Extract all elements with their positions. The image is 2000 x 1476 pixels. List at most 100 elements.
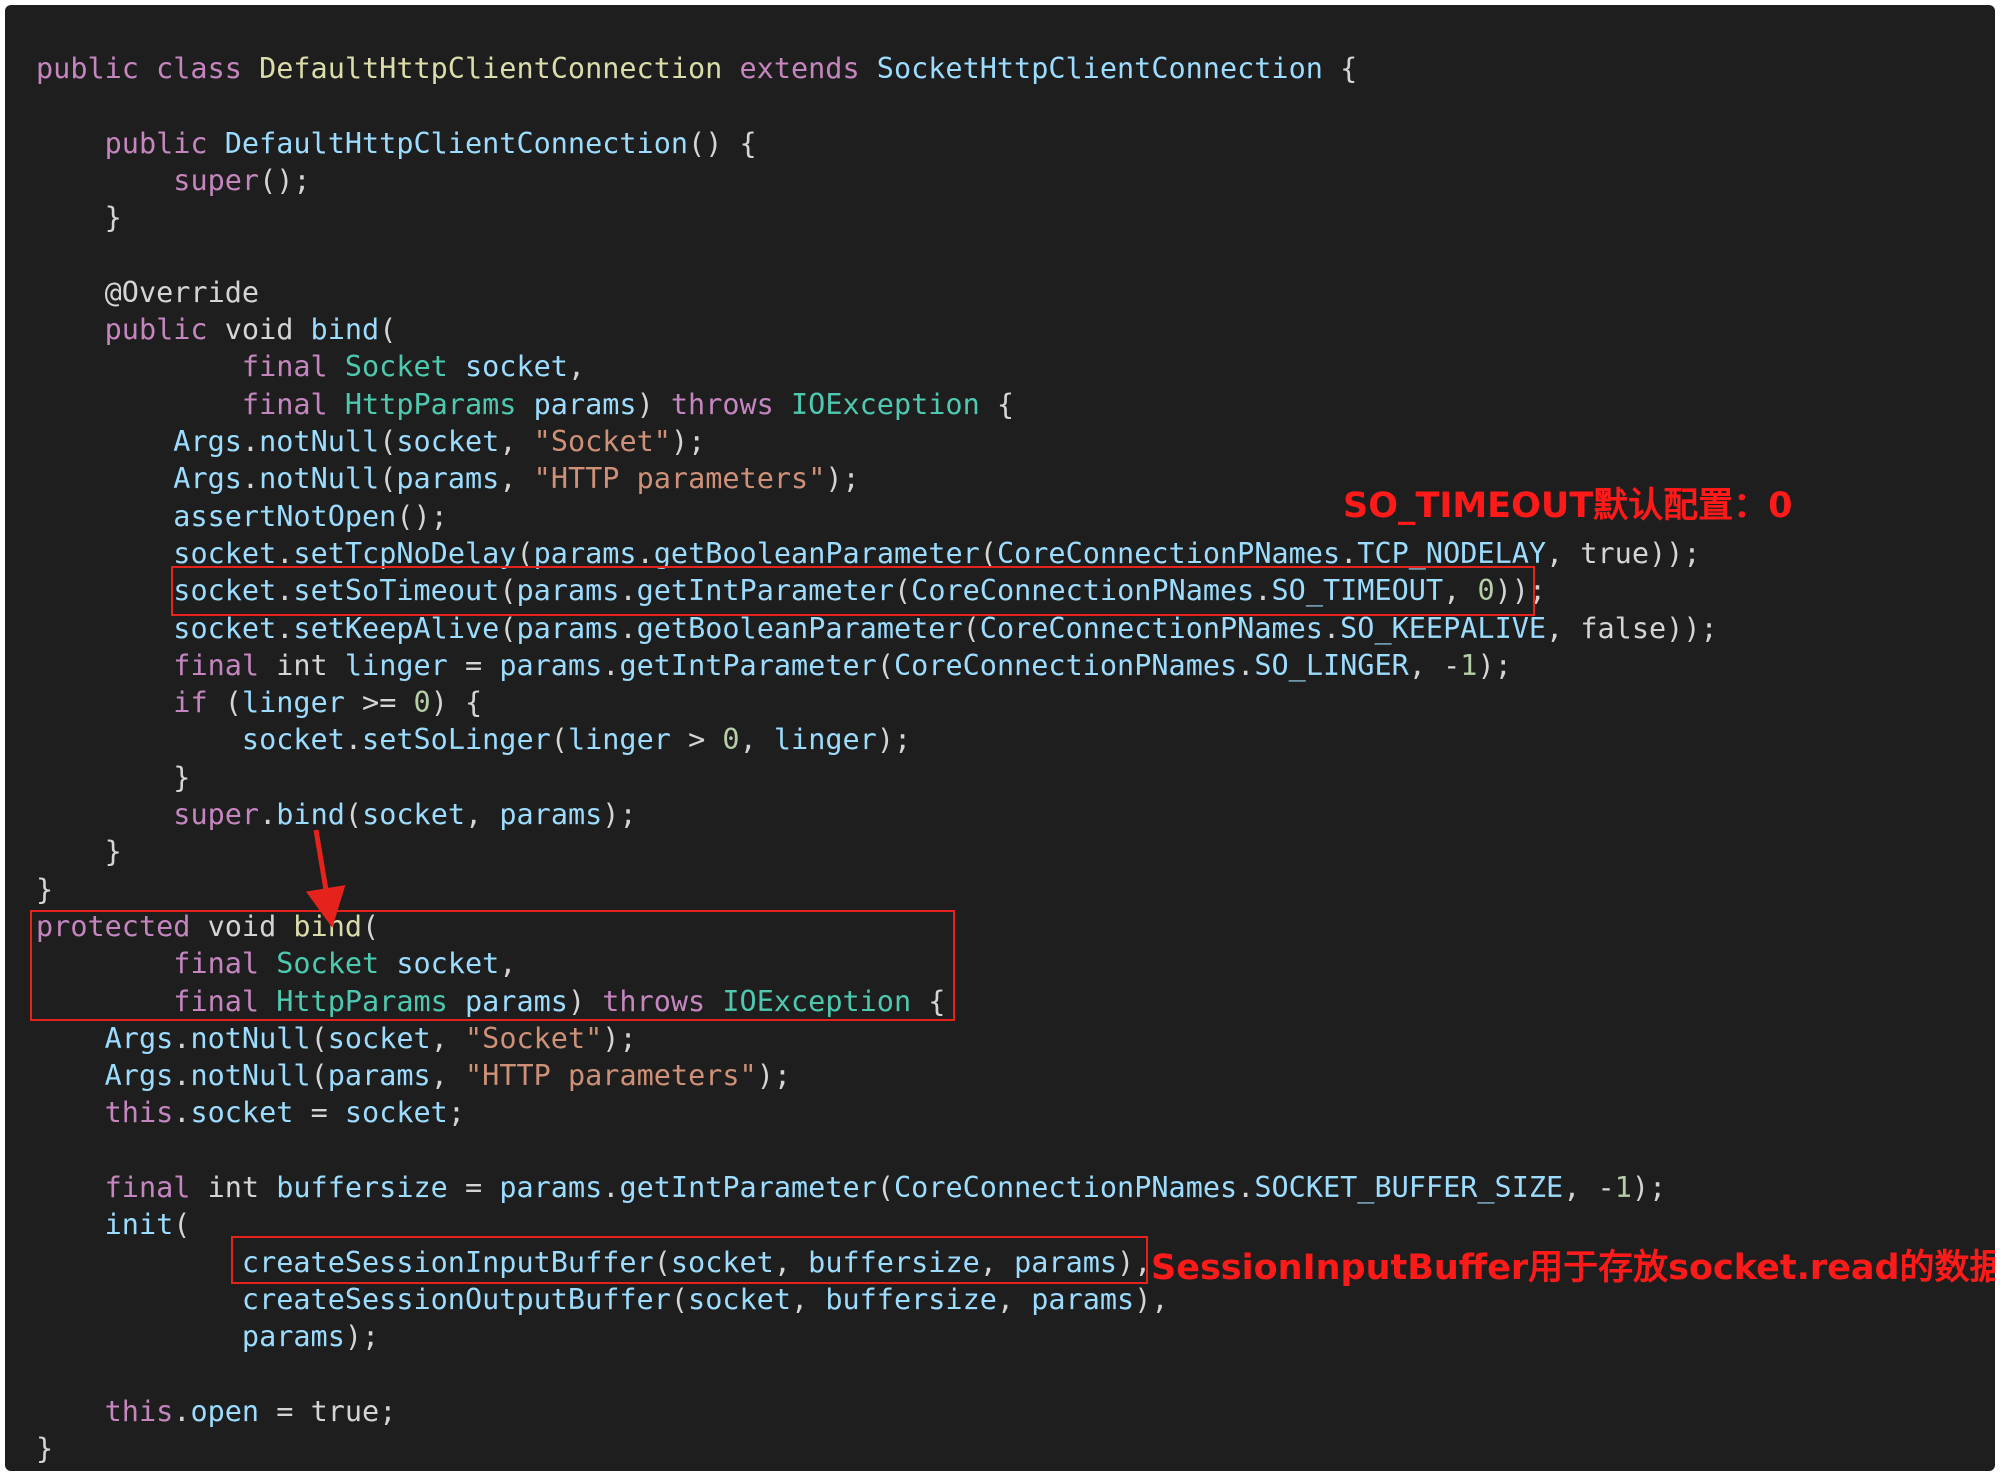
code-token: socket <box>362 798 466 831</box>
code-token: 0 <box>722 723 740 757</box>
code-line: Args.notNull(socket, "Socket"); <box>36 423 705 461</box>
code-line: } <box>36 833 122 871</box>
code-token: setKeepAlive <box>293 611 500 645</box>
code-token: , <box>430 1059 466 1093</box>
code-token: ); <box>1631 1171 1667 1204</box>
code-token: params <box>327 1059 431 1093</box>
code-token: ( <box>224 686 242 720</box>
code-token: Args <box>173 462 242 496</box>
code-token: linger <box>773 723 877 757</box>
code-token: params <box>499 1171 603 1204</box>
code-token: { <box>979 387 1015 421</box>
code-token: assertNotOpen <box>173 499 397 533</box>
code-token: @Override <box>104 275 260 309</box>
code-token: ( <box>310 1021 328 1055</box>
code-line: final Socket socket, <box>36 348 585 386</box>
code-line: final HttpParams params) throws IOExcept… <box>36 386 1014 424</box>
code-token: , <box>791 1282 826 1316</box>
code-line: public DefaultHttpClientConnection() { <box>36 125 757 163</box>
code-token: Args <box>104 1059 174 1093</box>
code-token: } <box>36 201 122 235</box>
code-token: , <box>567 350 586 384</box>
code-line: } <box>36 871 53 909</box>
code-token: params <box>533 536 637 570</box>
code-token: DefaultHttpClientConnection <box>224 126 689 160</box>
code-token: notNull <box>190 1021 311 1055</box>
code-line: final int linger = params.getIntParamete… <box>36 647 1511 685</box>
code-token: . <box>173 1021 191 1055</box>
session-input-buffer-highlight-box <box>231 1236 1148 1284</box>
code-line: public void bind( <box>36 311 397 349</box>
code-token: ( <box>516 536 534 570</box>
code-token: CoreConnectionPNames <box>996 536 1341 570</box>
code-token: . <box>241 462 260 496</box>
code-token: SO_LINGER <box>1254 648 1409 682</box>
code-token: = <box>293 1096 345 1130</box>
code-token: final <box>241 387 345 421</box>
code-token: , <box>430 1021 466 1055</box>
code-token: buffersize <box>825 1282 997 1316</box>
code-token: . <box>173 1059 191 1093</box>
code-token: 1 <box>1614 1171 1632 1204</box>
code-token: . <box>344 723 363 757</box>
code-token: socket <box>464 350 568 384</box>
code-screenshot-frame: public class DefaultHttpClientConnection… <box>5 5 1995 1471</box>
code-token: . <box>602 1171 620 1204</box>
code-token: "HTTP parameters" <box>533 462 826 496</box>
code-token: . <box>602 648 620 682</box>
code-token: "Socket" <box>533 425 671 458</box>
code-token: ; <box>447 1096 466 1130</box>
so-timeout-highlight-box <box>171 566 1535 616</box>
code-token: . <box>636 536 654 570</box>
code-token: params <box>516 611 620 645</box>
code-token: DefaultHttpClientConnection <box>259 52 740 85</box>
code-token: . <box>1237 1171 1255 1204</box>
code-token: ); <box>876 723 912 757</box>
code-token: getBooleanParameter <box>636 611 963 645</box>
code-token: Args <box>104 1021 174 1055</box>
code-token: } <box>36 1432 54 1466</box>
code-token: , <box>996 1282 1032 1316</box>
code-token: final <box>104 1171 208 1204</box>
code-token: final <box>173 648 277 682</box>
code-token: ( <box>379 425 397 458</box>
code-token: getBooleanParameter <box>653 536 980 570</box>
code-token: throws <box>670 387 791 421</box>
code-token: . <box>276 611 294 645</box>
code-token: linger <box>344 648 448 682</box>
code-token: socket <box>688 1282 791 1316</box>
code-token: ( <box>379 313 397 347</box>
code-token: public <box>104 126 225 160</box>
code-token: CoreConnectionPNames <box>894 648 1238 682</box>
code-line: assertNotOpen(); <box>36 498 448 536</box>
code-line: params); <box>36 1318 379 1356</box>
so-timeout-note: SO_TIMEOUT默认配置：0 <box>1343 486 1793 526</box>
code-line: } <box>36 1430 53 1468</box>
code-token: params <box>533 387 637 421</box>
code-token: . <box>259 798 277 831</box>
code-token: ); <box>756 1059 792 1093</box>
code-line: public class DefaultHttpClientConnection… <box>36 50 1357 88</box>
code-line: Args.notNull(socket, "Socket"); <box>36 1020 637 1058</box>
code-token: bind <box>310 313 380 347</box>
code-token: public <box>104 313 225 347</box>
code-token: extends <box>739 52 877 85</box>
code-token: super <box>173 163 260 197</box>
code-line: Args.notNull(params, "HTTP parameters"); <box>36 1057 791 1095</box>
code-token: (); <box>396 499 448 533</box>
code-token: ( <box>379 462 397 496</box>
code-token: SocketHttpClientConnection <box>876 52 1323 85</box>
code-token: notNull <box>259 425 380 458</box>
code-token: void <box>224 313 311 347</box>
code-token: . <box>619 611 637 645</box>
